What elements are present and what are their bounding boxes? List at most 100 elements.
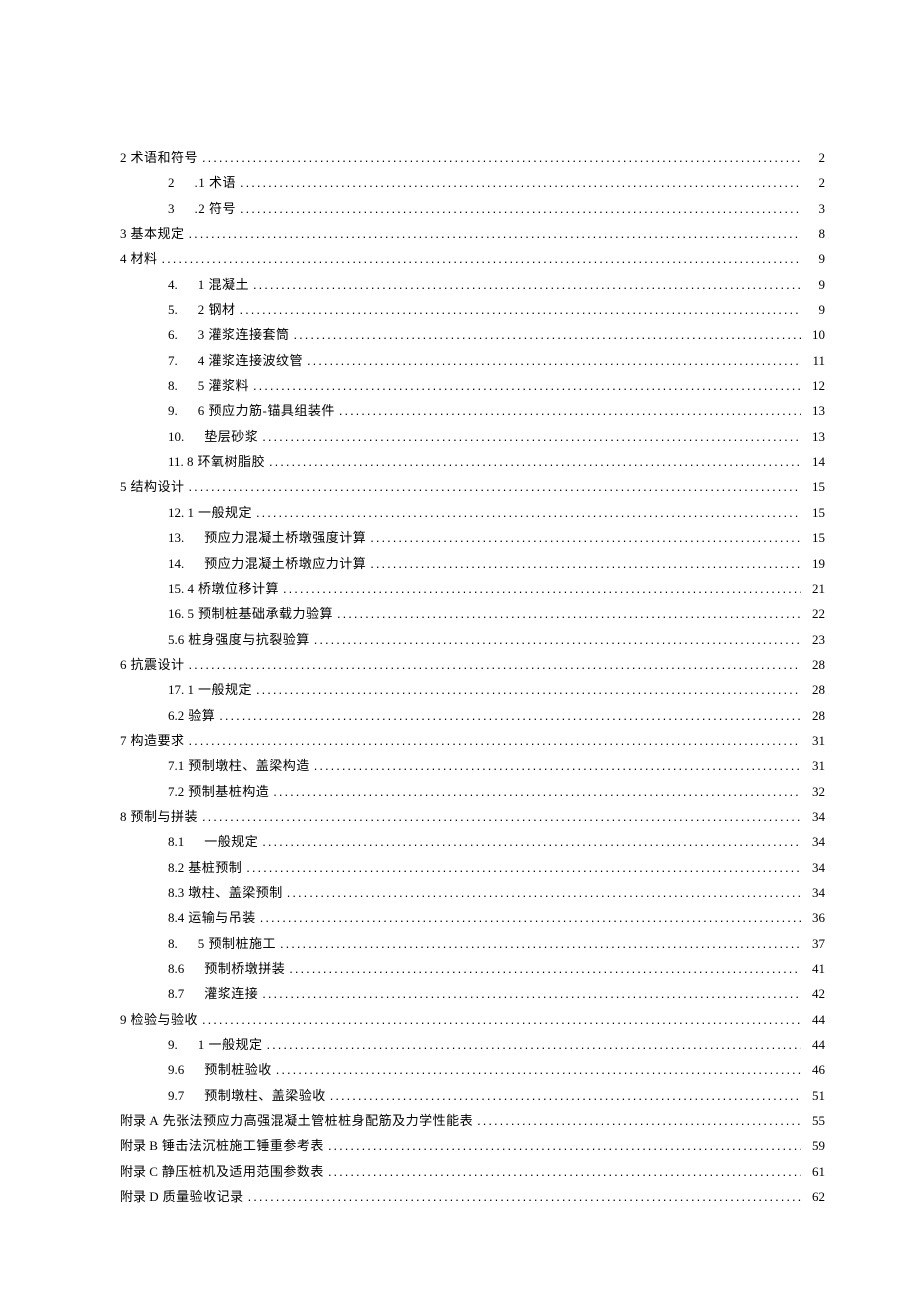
toc-entry-title: 环氧树脂胶 bbox=[198, 449, 266, 474]
toc-entry: 2.1 术语2 bbox=[168, 170, 825, 195]
toc-entry-title: 预制桩验收 bbox=[204, 1057, 272, 1082]
toc-dot-leader bbox=[262, 829, 801, 854]
toc-entry-page: 44 bbox=[805, 1007, 825, 1032]
toc-entry: 3.2 符号3 bbox=[168, 196, 825, 221]
toc-entry-number: 7. bbox=[168, 348, 178, 373]
toc-entry-page: 13 bbox=[805, 398, 825, 423]
toc-entry-page: 42 bbox=[805, 981, 825, 1006]
toc-dot-leader bbox=[253, 272, 801, 297]
toc-entry: 8.4运输与吊装36 bbox=[168, 905, 825, 930]
toc-dot-leader bbox=[202, 145, 801, 170]
toc-entry-title: .1 术语 bbox=[195, 170, 237, 195]
toc-entry: 16. 5预制桩基础承载力验算22 bbox=[168, 601, 825, 626]
toc-entry-title: 一般规定 bbox=[198, 500, 252, 525]
toc-entry-title: 检验与验收 bbox=[131, 1007, 199, 1032]
toc-entry: 7.2预制基桩构造32 bbox=[168, 779, 825, 804]
toc-dot-leader bbox=[162, 246, 801, 271]
toc-dot-leader bbox=[307, 348, 801, 373]
toc-dot-leader bbox=[253, 373, 801, 398]
toc-entry-number: 8.2 bbox=[168, 855, 184, 880]
toc-entry-page: 11 bbox=[805, 348, 825, 373]
toc-entry-number: 9. bbox=[168, 398, 178, 423]
toc-entry-title: 运输与吊装 bbox=[188, 905, 256, 930]
toc-entry-number: 8.6 bbox=[168, 956, 184, 981]
toc-entry-page: 28 bbox=[805, 677, 825, 702]
toc-entry-page: 14 bbox=[805, 449, 825, 474]
toc-entry-title: 预制与拼装 bbox=[131, 804, 199, 829]
toc-entry-title: 桥墩位移计算 bbox=[198, 576, 279, 601]
toc-entry-number: 7 bbox=[120, 728, 127, 753]
toc-entry: 2术语和符号2 bbox=[120, 145, 825, 170]
toc-entry-number: 10. bbox=[168, 424, 184, 449]
toc-entry: 8.5 预制桩施工37 bbox=[168, 931, 825, 956]
toc-dot-leader bbox=[370, 551, 801, 576]
toc-entry-page: 19 bbox=[805, 551, 825, 576]
toc-entry-number: 15. 4 bbox=[168, 576, 194, 601]
toc-entry-title: 2 钢材 bbox=[198, 297, 236, 322]
toc-entry-title: 垫层砂浆 bbox=[204, 424, 258, 449]
toc-entry-page: 61 bbox=[805, 1159, 825, 1184]
toc-entry-number: 2 bbox=[120, 145, 127, 170]
toc-entry-title: 3 灌浆连接套筒 bbox=[198, 322, 290, 347]
toc-entry-page: 8 bbox=[805, 221, 825, 246]
toc-entry-title: 预制桩基础承载力验算 bbox=[198, 601, 333, 626]
toc-entry: 6抗震设计28 bbox=[120, 652, 825, 677]
toc-entry-page: 21 bbox=[805, 576, 825, 601]
toc-dot-leader bbox=[314, 753, 801, 778]
toc-entry-title: 静压桩机及适用范围参数表 bbox=[162, 1159, 324, 1184]
toc-dot-leader bbox=[260, 905, 801, 930]
toc-entry: 附录 C静压桩机及适用范围参数表61 bbox=[120, 1159, 825, 1184]
toc-dot-leader bbox=[269, 449, 801, 474]
toc-entry: 8预制与拼装 34 bbox=[120, 804, 825, 829]
toc-entry: 附录 A先张法预应力高强混凝土管桩桩身配筋及力学性能表 55 bbox=[120, 1108, 825, 1133]
toc-entry-number: 8 bbox=[120, 804, 127, 829]
toc-dot-leader bbox=[276, 1057, 801, 1082]
toc-entry-title: 先张法预应力高强混凝土管桩桩身配筋及力学性能表 bbox=[163, 1108, 474, 1133]
toc-entry-page: 9 bbox=[805, 297, 825, 322]
toc-entry-page: 15 bbox=[805, 500, 825, 525]
toc-entry-number: 8. bbox=[168, 931, 178, 956]
toc-entry-page: 34 bbox=[805, 880, 825, 905]
toc-dot-leader bbox=[248, 1184, 801, 1209]
toc-entry-number: 3 bbox=[168, 196, 175, 221]
toc-entry: 9.6 预应力筋-锚具组装件13 bbox=[168, 398, 825, 423]
toc-entry-number: 7.2 bbox=[168, 779, 184, 804]
toc-dot-leader bbox=[370, 525, 801, 550]
toc-entry-title: 预应力混凝土桥墩应力计算 bbox=[204, 551, 366, 576]
toc-entry-page: 41 bbox=[805, 956, 825, 981]
toc-entry: 8.2基桩预制34 bbox=[168, 855, 825, 880]
toc-entry: 3基本规定8 bbox=[120, 221, 825, 246]
toc-entry-page: 2 bbox=[805, 145, 825, 170]
toc-entry-title: 预应力混凝土桥墩强度计算 bbox=[204, 525, 366, 550]
toc-entry-title: 5 灌浆料 bbox=[198, 373, 249, 398]
toc-entry-page: 55 bbox=[805, 1108, 825, 1133]
toc-entry-page: 3 bbox=[805, 196, 825, 221]
toc-entry-number: 附录 D bbox=[120, 1184, 159, 1209]
toc-dot-leader bbox=[189, 221, 801, 246]
toc-dot-leader bbox=[337, 601, 801, 626]
toc-dot-leader bbox=[202, 1007, 801, 1032]
toc-entry-page: 34 bbox=[805, 804, 825, 829]
toc-entry-title: 预制墩柱、盖梁验收 bbox=[204, 1083, 326, 1108]
toc-entry-title: 质量验收记录 bbox=[163, 1184, 244, 1209]
toc-entry: 9检验与验收44 bbox=[120, 1007, 825, 1032]
toc-entry-number: 9.7 bbox=[168, 1083, 184, 1108]
toc-dot-leader bbox=[262, 981, 801, 1006]
toc-entry-title: 1 混凝土 bbox=[198, 272, 249, 297]
toc-entry: 9.1 一般规定44 bbox=[168, 1032, 825, 1057]
table-of-contents: 2术语和符号22.1 术语23.2 符号33基本规定84材料94.1 混凝土95… bbox=[120, 145, 825, 1209]
toc-entry-number: 14. bbox=[168, 551, 184, 576]
toc-dot-leader bbox=[240, 170, 801, 195]
toc-entry-number: 8. bbox=[168, 373, 178, 398]
toc-entry-number: 11. 8 bbox=[168, 449, 194, 474]
toc-entry-number: 附录 A bbox=[120, 1108, 159, 1133]
toc-entry-page: 51 bbox=[805, 1083, 825, 1108]
toc-entry: 11. 8环氧树脂胶 14 bbox=[168, 449, 825, 474]
toc-entry-title: 桩身强度与抗裂验算 bbox=[188, 627, 310, 652]
toc-entry-number: 4. bbox=[168, 272, 178, 297]
toc-entry-page: 46 bbox=[805, 1057, 825, 1082]
toc-entry-number: 6. bbox=[168, 322, 178, 347]
toc-dot-leader bbox=[240, 297, 801, 322]
toc-dot-leader bbox=[287, 880, 801, 905]
toc-entry: 8.6预制桥墩拼装41 bbox=[168, 956, 825, 981]
